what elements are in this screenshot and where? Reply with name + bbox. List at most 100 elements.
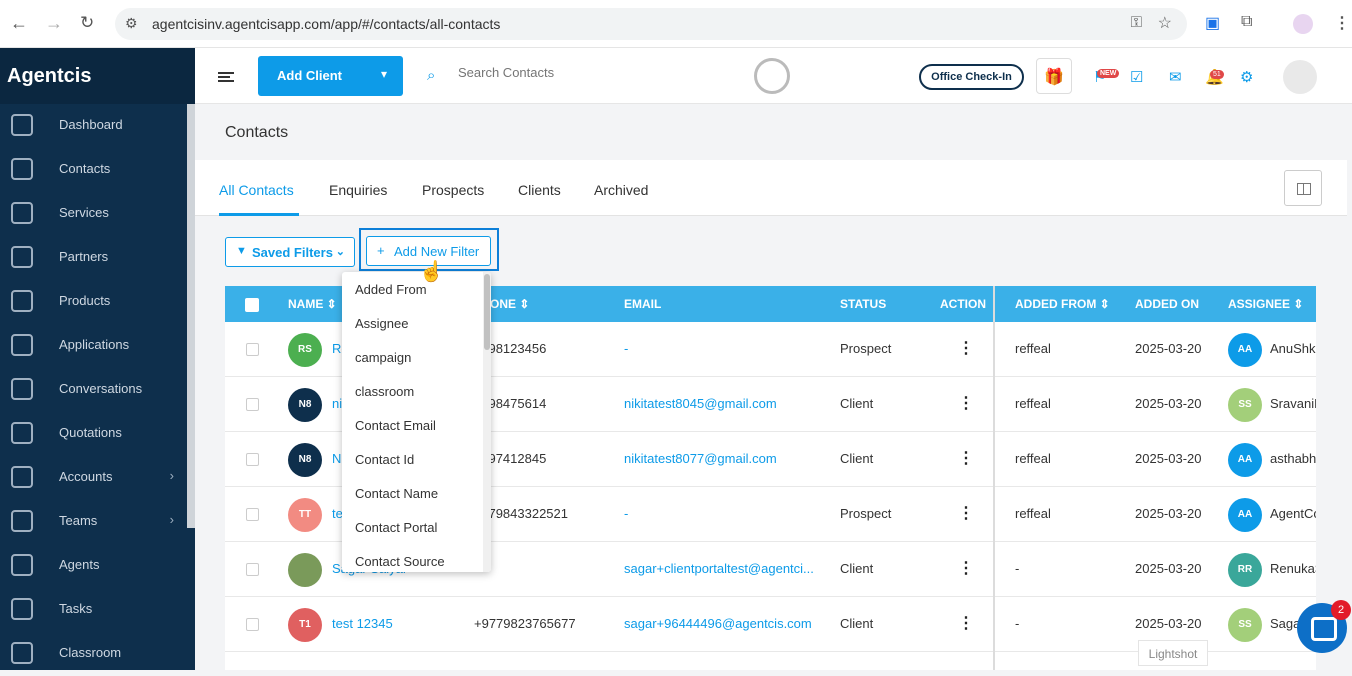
sidebar-item-dashboard[interactable]: Dashboard xyxy=(0,104,187,148)
avatar: TT xyxy=(288,498,322,532)
assignee-initials: AA xyxy=(1237,344,1253,355)
filter-option[interactable]: Added From xyxy=(355,282,427,297)
profile-icon[interactable] xyxy=(1293,14,1313,34)
tab-prospects[interactable]: Prospects xyxy=(422,182,484,198)
contact-phone: +9779823765677 xyxy=(474,616,576,631)
extension-icon[interactable]: ▣ xyxy=(1205,13,1220,33)
mail-icon[interactable]: ✉ xyxy=(1169,68,1182,86)
sidebar-item-contacts[interactable]: Contacts xyxy=(0,148,187,192)
filter-icon: ▼ xyxy=(236,245,247,257)
row-action-kebab-icon[interactable]: ⋮ xyxy=(958,503,974,523)
sidebar-item-tasks[interactable]: Tasks xyxy=(0,588,187,632)
reload-icon[interactable]: ↻ xyxy=(80,13,94,33)
select-all-checkbox[interactable] xyxy=(245,298,259,312)
contact-email-link[interactable]: - xyxy=(624,341,819,356)
header-phone[interactable]: ONE ⇕ xyxy=(490,297,529,311)
row-checkbox[interactable] xyxy=(246,618,259,631)
tab-clients[interactable]: Clients xyxy=(518,182,561,198)
brand-logo[interactable]: Agentcis xyxy=(0,48,195,104)
site-settings-icon[interactable]: ⚙ xyxy=(125,15,138,32)
search-input[interactable] xyxy=(458,65,658,80)
header-status: STATUS xyxy=(840,297,887,311)
tab-enquiries[interactable]: Enquiries xyxy=(329,182,387,198)
address-bar[interactable]: ⚙ agentcisinv.agentcisapp.com/app/#/cont… xyxy=(115,8,1187,40)
contact-name-link[interactable]: ni xyxy=(332,396,342,411)
added-on: 2025-03-20 xyxy=(1135,506,1202,521)
sidebar-item-applications[interactable]: Applications xyxy=(0,324,187,368)
row-checkbox[interactable] xyxy=(246,508,259,521)
browser-menu-icon[interactable]: ⋮ xyxy=(1334,13,1350,33)
filter-option[interactable]: campaign xyxy=(355,350,411,365)
filter-option[interactable]: Assignee xyxy=(355,316,408,331)
sidebar-item-label: Services xyxy=(59,205,109,220)
row-checkbox[interactable] xyxy=(246,343,259,356)
header-name-label: NAME xyxy=(288,297,324,311)
row-action-kebab-icon[interactable]: ⋮ xyxy=(958,613,974,633)
sidebar-item-accounts[interactable]: Accounts › xyxy=(0,456,187,500)
forward-icon[interactable]: → xyxy=(45,13,63,34)
header-added-from[interactable]: ADDED FROM ⇕ xyxy=(1015,297,1110,311)
row-action-kebab-icon[interactable]: ⋮ xyxy=(958,558,974,578)
header-name[interactable]: NAME ⇕ xyxy=(288,297,337,311)
gear-icon[interactable]: ⚙ xyxy=(1240,68,1253,86)
sidebar-item-classroom[interactable]: Classroom xyxy=(0,632,187,676)
filter-option[interactable]: classroom xyxy=(355,384,414,399)
added-on: 2025-03-20 xyxy=(1135,341,1202,356)
contact-name-link[interactable]: test 12345 xyxy=(332,616,393,631)
sidebar-item-conversations[interactable]: Conversations xyxy=(0,368,187,412)
office-checkin-button[interactable]: Office Check-In xyxy=(919,64,1024,90)
header-added-from-label: ADDED FROM xyxy=(1015,297,1097,311)
saved-filters-button[interactable]: ▼ Saved Filters ⌄ xyxy=(225,237,355,267)
menu-toggle-icon[interactable] xyxy=(218,72,234,82)
filter-option[interactable]: Contact Email xyxy=(355,418,436,433)
tab-archived[interactable]: Archived xyxy=(594,182,648,198)
column-toggle-button[interactable] xyxy=(1284,170,1322,206)
filter-option[interactable]: Contact Portal xyxy=(355,520,437,535)
filter-options-dropdown[interactable]: Added From Assignee campaign classroom Conta… xyxy=(342,272,491,572)
contact-email-link[interactable]: nikitatest8077@gmail.com xyxy=(624,451,819,466)
row-checkbox[interactable] xyxy=(246,563,259,576)
bookmark-star-icon[interactable]: ☆ xyxy=(1158,13,1172,33)
add-client-label: Add Client xyxy=(277,68,342,83)
sidebar-item-label: Agents xyxy=(59,557,100,572)
contact-email-link[interactable]: sagar+clientportaltest@agentci... xyxy=(624,561,819,576)
add-client-button[interactable]: Add Client ▾ xyxy=(258,56,403,96)
extensions-puzzle-icon[interactable]: ⧉ xyxy=(1241,13,1252,31)
chat-badge: 2 xyxy=(1331,600,1351,620)
assignee-avatar: AA xyxy=(1228,333,1262,367)
sidebar-item-services[interactable]: Services xyxy=(0,192,187,236)
tab-all-contacts[interactable]: All Contacts xyxy=(219,182,294,198)
sidebar-item-agents[interactable]: Agents xyxy=(0,544,187,588)
sidebar: Agentcis Dashboard Contacts Services Par… xyxy=(0,48,195,670)
avatar-initials: RS xyxy=(298,344,312,355)
sidebar-item-quotations[interactable]: Quotations xyxy=(0,412,187,456)
sidebar-item-label: Conversations xyxy=(59,381,143,396)
filter-option[interactable]: Contact Source xyxy=(355,554,445,569)
sidebar-item-teams[interactable]: Teams › xyxy=(0,500,187,544)
search-icon[interactable]: ⌕ xyxy=(427,67,435,84)
row-checkbox[interactable] xyxy=(246,398,259,411)
contact-email-link[interactable]: nikitatest8045@gmail.com xyxy=(624,396,819,411)
user-avatar[interactable] xyxy=(1283,60,1317,94)
back-icon[interactable]: ← xyxy=(10,13,28,34)
row-action-kebab-icon[interactable]: ⋮ xyxy=(958,338,974,358)
filter-option[interactable]: Contact Id xyxy=(355,452,414,467)
added-from: reffeal xyxy=(1015,506,1051,521)
sidebar-item-products[interactable]: Products xyxy=(0,280,187,324)
check-list-icon[interactable]: ☑ xyxy=(1130,68,1143,86)
header-assignee[interactable]: ASSIGNEE ⇕ xyxy=(1228,297,1303,311)
password-key-icon[interactable]: ⚿ xyxy=(1131,14,1142,31)
row-action-kebab-icon[interactable]: ⋮ xyxy=(958,393,974,413)
assignee-initials: AA xyxy=(1237,454,1253,465)
gift-icon[interactable]: 🎁 xyxy=(1036,58,1072,94)
sidebar-item-partners[interactable]: Partners xyxy=(0,236,187,280)
sidebar-scrollbar[interactable] xyxy=(187,104,195,528)
chevron-down-icon[interactable]: ▾ xyxy=(381,67,387,81)
contact-email-link[interactable]: sagar+96444496@agentcis.com xyxy=(624,616,819,631)
row-action-kebab-icon[interactable]: ⋮ xyxy=(958,448,974,468)
dropdown-scrollbar[interactable] xyxy=(483,272,491,572)
filter-option[interactable]: Contact Name xyxy=(355,486,438,501)
contact-email-link[interactable]: - xyxy=(624,506,819,521)
added-from: reffeal xyxy=(1015,451,1051,466)
row-checkbox[interactable] xyxy=(246,453,259,466)
